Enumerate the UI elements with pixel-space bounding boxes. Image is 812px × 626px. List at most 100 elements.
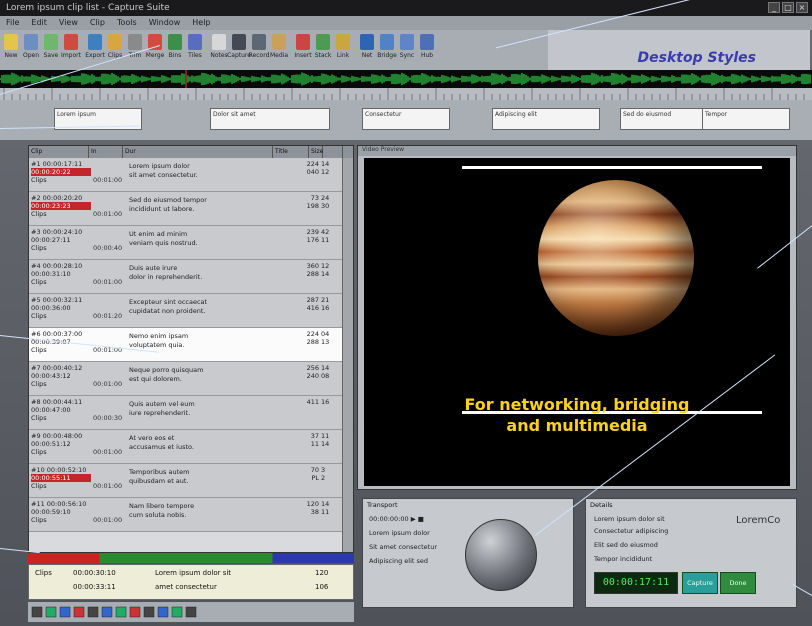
toolbar-button-stack[interactable]: Stack: [314, 34, 332, 59]
clip-flag-2: 11: [321, 508, 330, 516]
clip-in: #11 00:00:56:10: [31, 500, 87, 508]
clip-size-2: 38: [310, 508, 319, 516]
bridge-icon: [380, 34, 394, 50]
maximize-button[interactable]: □: [782, 2, 794, 13]
clip-title: Ut enim ad minim: [129, 230, 188, 238]
menu-item-edit[interactable]: Edit: [25, 18, 53, 27]
menu-item-tools[interactable]: Tools: [111, 18, 143, 27]
clip-flags: 14 08: [321, 362, 335, 395]
video-screen[interactable]: For networking, bridging and multimedia: [364, 158, 790, 486]
column-header[interactable]: In: [89, 146, 123, 158]
table-row[interactable]: #5 00:00:32:11 00:00:36:00 Clips 00:01:2…: [29, 294, 353, 328]
close-button[interactable]: ×: [796, 2, 808, 13]
clip-list-scrollbar[interactable]: [342, 158, 353, 552]
video-top-line: [462, 166, 762, 169]
clip-size: 37 11: [281, 430, 321, 463]
menu-item-file[interactable]: File: [0, 18, 25, 27]
toolbar-button-insert[interactable]: Insert: [294, 34, 312, 59]
clip-flag-2: 30: [321, 202, 330, 210]
column-header[interactable]: Dur: [123, 146, 273, 158]
timeline-ruler[interactable]: [0, 88, 812, 100]
bottom-toolbar-icons: [31, 606, 197, 618]
column-header[interactable]: Clip: [29, 146, 89, 158]
clip-flags: 14 11: [321, 498, 335, 531]
clip-bin: Clips: [31, 278, 47, 286]
toolbar-button-save[interactable]: Save: [42, 34, 60, 59]
clip-title-cell: Neque porro quisquam est qui dolorem.: [127, 362, 281, 395]
toolbar-button-sync[interactable]: Sync: [398, 34, 416, 59]
import-icon: [64, 34, 78, 50]
done-button[interactable]: Done: [720, 572, 756, 594]
transport-title: Transport: [367, 501, 398, 509]
toolbar-button-tiles[interactable]: Tiles: [186, 34, 204, 59]
clip-subtitle: veniam quis nostrud.: [129, 239, 198, 247]
toolbar-button-clips[interactable]: Clips: [106, 34, 124, 59]
clip-title-cell: Sed do eiusmod tempor incididunt ut labo…: [127, 192, 281, 225]
clip-in: #4 00:00:28:10: [31, 262, 83, 270]
cue-box[interactable]: Tempor: [702, 108, 790, 130]
menu-item-view[interactable]: View: [53, 18, 84, 27]
toolbar-button-export[interactable]: Export: [85, 34, 105, 59]
toolbar-button-bins[interactable]: Bins: [166, 34, 184, 59]
table-row[interactable]: #8 00:00:44:11 00:00:47:00 Clips 00:00:3…: [29, 396, 353, 430]
table-row[interactable]: #3 00:00:24:10 00:00:27:11 Clips 00:00:4…: [29, 226, 353, 260]
bottom-toolbar: [28, 602, 354, 622]
column-header[interactable]: Size: [309, 146, 323, 158]
clip-in: #3 00:00:24:10: [31, 228, 83, 236]
table-row[interactable]: #6 00:00:37:00 00:00:39:07 Clips 00:01:0…: [29, 328, 353, 362]
toolbar-button-open[interactable]: Open: [22, 34, 40, 59]
clip-subtitle: sit amet consectetur.: [129, 171, 198, 179]
cue-box[interactable]: Dolor sit amet: [210, 108, 330, 130]
menu-item-window[interactable]: Window: [143, 18, 187, 27]
table-row[interactable]: #7 00:00:40:12 00:00:43:12 Clips 00:01:0…: [29, 362, 353, 396]
desktop-styles-title: Desktop Styles: [637, 50, 757, 66]
toolbar-button-capture[interactable]: Capture: [227, 34, 251, 59]
clip-title: Neque porro quisquam: [129, 366, 204, 374]
capture-icon: [232, 34, 246, 50]
clip-size-1: 224: [306, 330, 319, 338]
details-line-3: Elit sed do eiusmod: [594, 541, 658, 549]
toolbar-button-hub[interactable]: Hub: [418, 34, 436, 59]
clip-timecodes: #9 00:00:48:00 00:00:51:12 Clips: [29, 430, 93, 463]
toolbar-button-link[interactable]: Link: [334, 34, 352, 59]
toolbar-button-new[interactable]: New: [2, 34, 20, 59]
menu-item-help[interactable]: Help: [186, 18, 216, 27]
table-row[interactable]: #11 00:00:56:10 00:00:59:10 Clips 00:01:…: [29, 498, 353, 532]
table-row[interactable]: #4 00:00:28:10 00:00:31:10 Clips 00:01:0…: [29, 260, 353, 294]
table-row[interactable]: #2 00:00:20:20 00:00:23:23 Clips 00:01:0…: [29, 192, 353, 226]
timeline-color-bar[interactable]: [28, 553, 354, 563]
toolbar-button-notes[interactable]: Notes: [210, 34, 228, 59]
toolbar-button-net[interactable]: Net: [358, 34, 376, 59]
clip-duration: 00:01:00: [93, 278, 123, 286]
clip-subtitle: voluptatem quia.: [129, 341, 185, 349]
transport-line-1: 00:00:00:00 ▶ ■: [369, 515, 424, 523]
cue-box[interactable]: Consectetur: [362, 108, 450, 130]
table-row[interactable]: #10 00:00:52:10 00:00:55:11 Clips 00:01:…: [29, 464, 353, 498]
clip-title-cell: Nemo enim ipsam voluptatem quia.: [127, 328, 281, 361]
clip-size-2: 11: [310, 440, 319, 448]
clip-timecodes: #4 00:00:28:10 00:00:31:10 Clips: [29, 260, 93, 293]
jog-dial[interactable]: [465, 519, 537, 591]
clip-flag-2: 08: [321, 372, 330, 380]
column-header[interactable]: [323, 146, 343, 158]
table-row[interactable]: #9 00:00:48:00 00:00:51:12 Clips 00:01:0…: [29, 430, 353, 464]
toolbar-button-media[interactable]: Media: [270, 34, 288, 59]
audio-waveform[interactable]: [0, 70, 812, 88]
clip-list-rows: #1 00:00:17:11 00:00:20:22 Clips 00:01:0…: [29, 158, 353, 532]
clip-title-cell: Ut enim ad minim veniam quis nostrud.: [127, 226, 281, 259]
net-icon: [360, 34, 374, 50]
preview-row[interactable]: Clips 00:00:30:10 00:00:33:11 Lorem ipsu…: [28, 564, 354, 600]
column-header[interactable]: Title: [273, 146, 309, 158]
cue-box[interactable]: Adipiscing elit: [492, 108, 600, 130]
waveform-graphic: [0, 70, 811, 88]
toolbar-button-import[interactable]: Import: [61, 34, 81, 59]
clip-timecodes: #5 00:00:32:11 00:00:36:00 Clips: [29, 294, 93, 327]
preview-n2: 106: [315, 583, 329, 591]
toolbar-button-bridge[interactable]: Bridge: [377, 34, 397, 59]
capture-button[interactable]: Capture: [682, 572, 718, 594]
minimize-button[interactable]: _: [768, 2, 780, 13]
clip-title-cell: At vero eos et accusamus et iusto.: [127, 430, 281, 463]
toolbar-button-record[interactable]: Record: [249, 34, 269, 59]
menu-item-clip[interactable]: Clip: [84, 18, 111, 27]
table-row[interactable]: #1 00:00:17:11 00:00:20:22 Clips 00:01:0…: [29, 158, 353, 192]
